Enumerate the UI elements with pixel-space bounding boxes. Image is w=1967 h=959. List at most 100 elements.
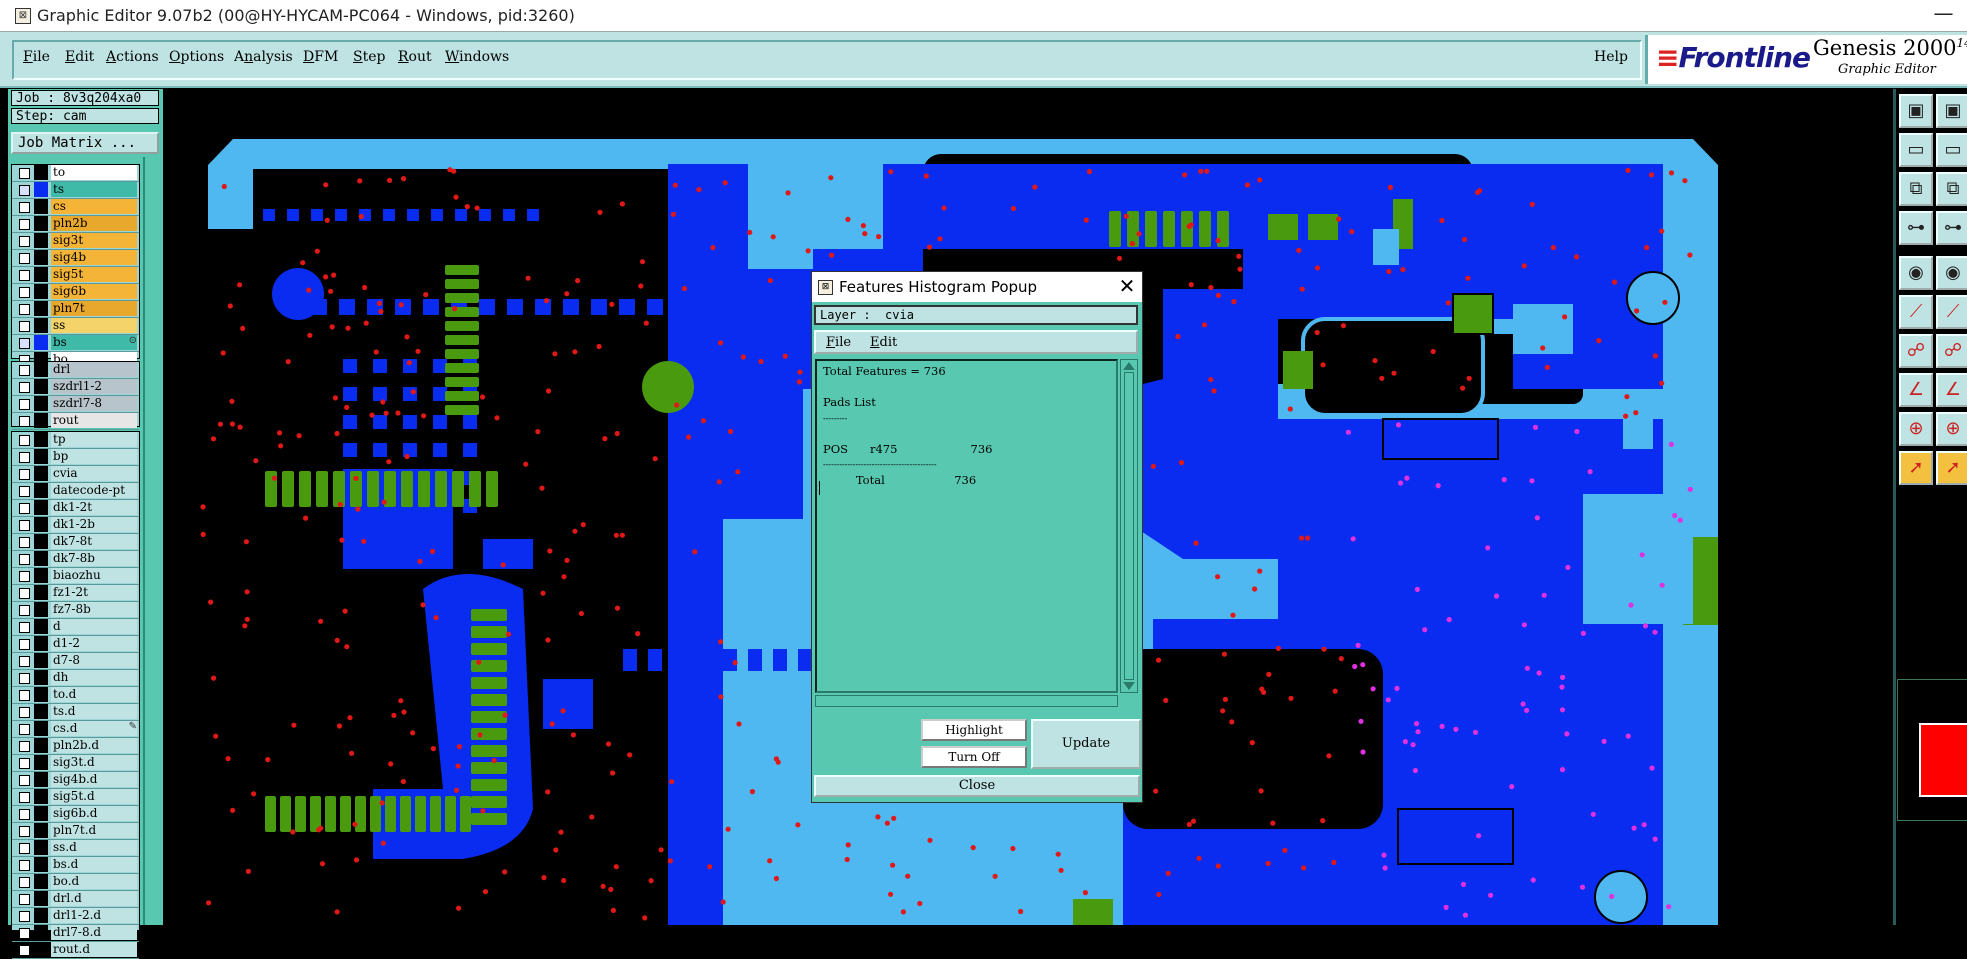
layer-row-rout-d[interactable]: rout.d [12, 942, 139, 959]
layer-color-swatch[interactable] [34, 267, 48, 282]
layer-checkbox[interactable] [19, 860, 30, 871]
layer-color-swatch[interactable] [34, 908, 48, 923]
layer-row-to[interactable]: to [12, 165, 139, 182]
menu-rout[interactable]: Rout [398, 49, 432, 65]
layer-color-swatch[interactable] [34, 857, 48, 872]
layer-color-swatch[interactable] [34, 653, 48, 668]
save-icon[interactable]: ▣ [1936, 94, 1967, 128]
layer-checkbox[interactable] [19, 486, 30, 497]
menu-file[interactable]: File [23, 49, 50, 65]
net-icon[interactable]: ⟋ [1899, 295, 1933, 329]
layer-row-dk7-8b[interactable]: dk7-8b [12, 551, 139, 568]
layer-row-sig4b-d[interactable]: sig4b.d [12, 772, 139, 789]
layer-color-swatch[interactable] [34, 806, 48, 821]
layer-row-ts-d[interactable]: ts.d [12, 704, 139, 721]
layer-color-swatch[interactable] [34, 216, 48, 231]
layer-checkbox[interactable] [19, 338, 30, 349]
layer-checkbox[interactable] [19, 792, 30, 803]
layer-checkbox[interactable] [19, 202, 30, 213]
layer-color-swatch[interactable] [34, 284, 48, 299]
triangle2-icon[interactable]: ⊕ [1936, 412, 1967, 446]
pan-icon[interactable]: ⧉ [1936, 172, 1967, 206]
layer-color-swatch[interactable] [34, 704, 48, 719]
layer-color-swatch[interactable] [34, 721, 48, 736]
layer-checkbox[interactable] [19, 588, 30, 599]
layer-color-swatch[interactable] [34, 568, 48, 583]
layer-checkbox[interactable] [19, 928, 30, 939]
scroll-up-icon[interactable] [1123, 362, 1135, 370]
layer-checkbox[interactable] [19, 911, 30, 922]
vertical-scroll-thumb[interactable] [1124, 372, 1134, 680]
layer-checkbox[interactable] [19, 503, 30, 514]
menu-actions[interactable]: Actions [106, 49, 159, 65]
layer-color-swatch[interactable] [34, 891, 48, 906]
layer-checkbox[interactable] [19, 554, 30, 565]
layer-color-swatch[interactable] [34, 432, 48, 447]
layer-row-sig3t-d[interactable]: sig3t.d [12, 755, 139, 772]
layer-color-swatch[interactable] [34, 318, 48, 333]
layer-checkbox[interactable] [19, 741, 30, 752]
layer-checkbox[interactable] [19, 253, 30, 264]
cross-icon[interactable]: ⟋ [1936, 295, 1967, 329]
layer-checkbox[interactable] [19, 469, 30, 480]
layer-checkbox[interactable] [19, 707, 30, 718]
layer-row-drl[interactable]: drl [12, 362, 139, 379]
popup-menu-file[interactable]: File [826, 335, 851, 350]
layer-checkbox[interactable] [19, 382, 30, 393]
layer-row-sig5t[interactable]: sig5t [12, 267, 139, 284]
measure-icon[interactable]: ⊶ [1899, 211, 1933, 245]
layer-color-swatch[interactable] [34, 165, 48, 180]
layer-row-ts[interactable]: ts [12, 182, 139, 199]
layer-row-dh[interactable]: dh [12, 670, 139, 687]
circle-icon[interactable]: ◉ [1899, 256, 1933, 290]
menu-windows[interactable]: Windows [445, 49, 509, 65]
layer-checkbox[interactable] [19, 673, 30, 684]
layer-color-swatch[interactable] [34, 823, 48, 838]
layer-color-swatch[interactable] [34, 738, 48, 753]
layer-row-ss-d[interactable]: ss.d [12, 840, 139, 857]
snap-icon[interactable]: ⊶ [1936, 211, 1967, 245]
layer-checkbox[interactable] [19, 435, 30, 446]
popup-menu-edit[interactable]: Edit [870, 335, 897, 350]
layer-row-drl-d[interactable]: drl.d [12, 891, 139, 908]
select2-icon[interactable]: ➚ [1936, 451, 1967, 485]
layer-row-szdrl1-2[interactable]: szdrl1-2 [12, 379, 139, 396]
layer-checkbox[interactable] [19, 877, 30, 888]
layer-checkbox[interactable] [19, 945, 30, 956]
layer-color-swatch[interactable] [34, 379, 48, 394]
layer-panel-scrollbar[interactable] [143, 157, 165, 925]
fit-icon[interactable]: ⧉ [1899, 172, 1933, 206]
scroll-down-icon[interactable] [1123, 682, 1135, 690]
zoom-out-icon[interactable]: ▭ [1936, 133, 1967, 167]
layer-color-swatch[interactable] [34, 789, 48, 804]
layer-checkbox[interactable] [19, 416, 30, 427]
layer-checkbox[interactable] [19, 537, 30, 548]
layer-checkbox[interactable] [19, 365, 30, 376]
layer-checkbox[interactable] [19, 321, 30, 332]
layer-row-to-d[interactable]: to.d [12, 687, 139, 704]
layer-row-pln7t[interactable]: pln7t [12, 301, 139, 318]
layer-row-pln2b[interactable]: pln2b [12, 216, 139, 233]
layer-row-bs[interactable]: bs ⊙ [12, 335, 139, 352]
layer-color-swatch[interactable] [34, 619, 48, 634]
layer-color-swatch[interactable] [34, 199, 48, 214]
layer-row-tp[interactable]: tp [12, 432, 139, 449]
layer-color-swatch[interactable] [34, 396, 48, 411]
layer-row-biaozhu[interactable]: biaozhu [12, 568, 139, 585]
layer-row-pln2b-d[interactable]: pln2b.d [12, 738, 139, 755]
layer-row-d[interactable]: d [12, 619, 139, 636]
layer-checkbox[interactable] [19, 622, 30, 633]
layer-color-swatch[interactable] [34, 500, 48, 515]
layer-checkbox[interactable] [19, 775, 30, 786]
layer-checkbox[interactable] [19, 399, 30, 410]
highlight-button[interactable]: Highlight [921, 719, 1027, 741]
layer-color-swatch[interactable] [34, 483, 48, 498]
popup-close-icon[interactable]: ✕ [1115, 274, 1139, 298]
layer-row-bo-d[interactable]: bo.d [12, 874, 139, 891]
layer-row-ss[interactable]: ss [12, 318, 139, 335]
layer-row-datecode-pt[interactable]: datecode-pt [12, 483, 139, 500]
layer-color-swatch[interactable] [34, 449, 48, 464]
layer-color-swatch[interactable] [34, 602, 48, 617]
report-horizontal-scrollbar[interactable] [815, 695, 1118, 707]
menu-dfm[interactable]: DFM [303, 49, 338, 65]
